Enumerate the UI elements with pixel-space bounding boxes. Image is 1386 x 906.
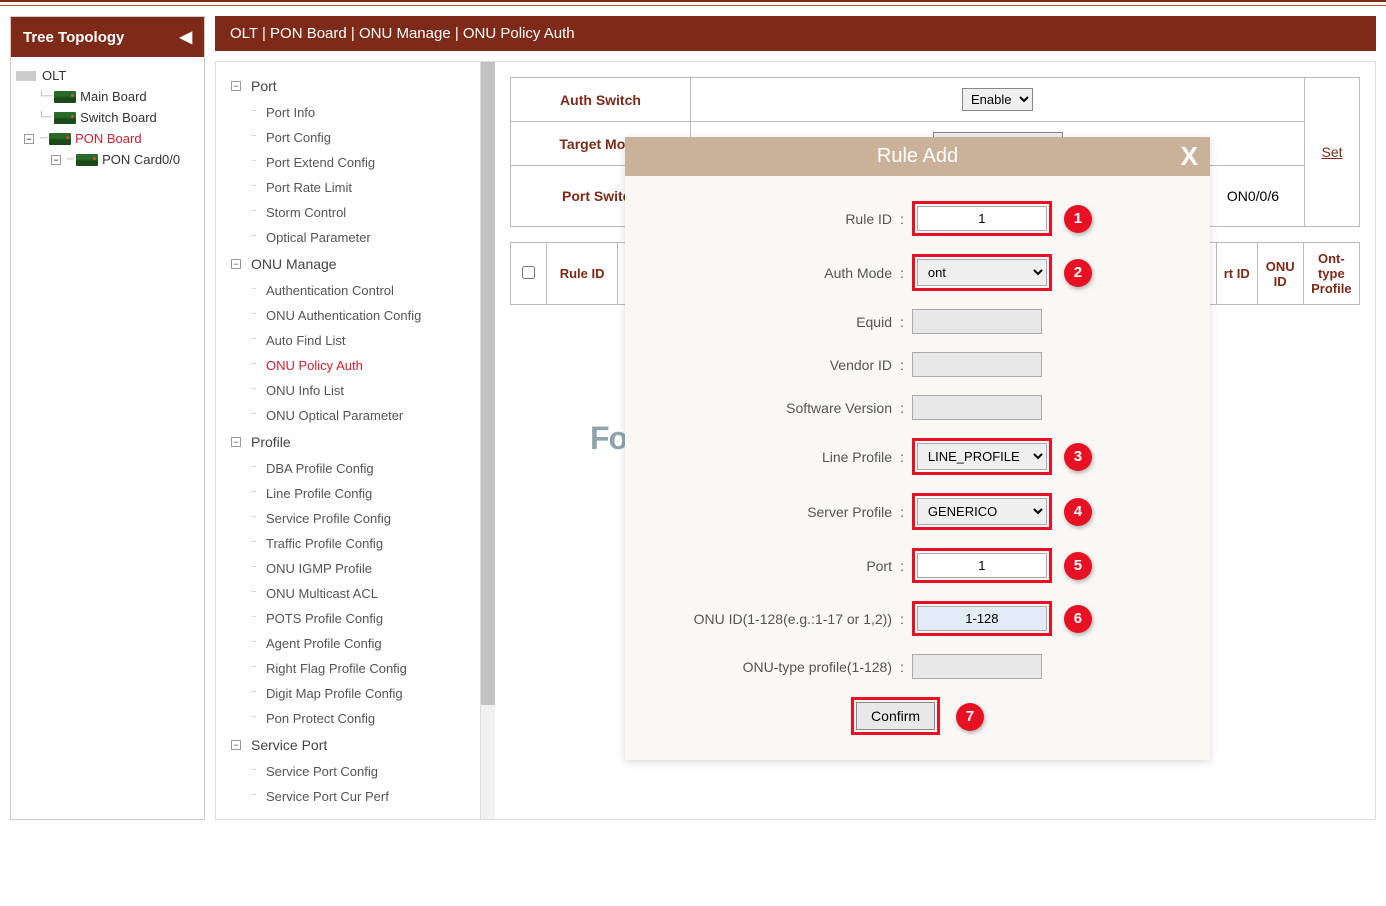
auth-switch-select[interactable]: Enable xyxy=(962,88,1033,111)
vendor-id-label: Vendor ID xyxy=(655,357,900,373)
scrollbar-thumb[interactable] xyxy=(481,62,495,705)
nav-item-onu-optical-param[interactable]: ONU Optical Parameter xyxy=(216,403,480,428)
nav-item-port-rate-limit[interactable]: Port Rate Limit xyxy=(216,175,480,200)
close-icon[interactable]: X xyxy=(1181,141,1198,172)
col-onu-id: ONU ID xyxy=(1257,243,1303,305)
scrollbar[interactable] xyxy=(481,62,495,819)
auth-switch-label: Auth Switch xyxy=(511,78,691,122)
nav-item-onu-policy-auth[interactable]: ONU Policy Auth xyxy=(216,353,480,378)
onu-type-profile-input xyxy=(912,654,1042,679)
collapse-arrow-icon[interactable]: ◀ xyxy=(180,27,192,47)
minus-icon[interactable]: − xyxy=(24,134,34,144)
nav-item-optical-parameter[interactable]: Optical Parameter xyxy=(216,225,480,250)
onu-type-profile-label: ONU-type profile(1-128) xyxy=(655,659,900,675)
auth-mode-label: Auth Mode xyxy=(655,265,900,281)
minus-icon[interactable]: − xyxy=(231,259,241,269)
minus-icon[interactable]: − xyxy=(231,437,241,447)
server-profile-select[interactable]: GENERICO xyxy=(917,498,1047,525)
port-input[interactable] xyxy=(917,553,1047,578)
nav-group-profile[interactable]: − Profile xyxy=(216,428,480,456)
rule-id-label: Rule ID xyxy=(655,211,900,227)
col-rule-id: Rule ID xyxy=(546,243,618,305)
set-link[interactable]: Set xyxy=(1321,144,1342,160)
nav-item-onu-auth-config[interactable]: ONU Authentication Config xyxy=(216,303,480,328)
nav-item-service-port-config[interactable]: Service Port Config xyxy=(216,759,480,784)
rule-id-input[interactable] xyxy=(917,206,1047,231)
tree-node-switch-board[interactable]: └─ Switch Board xyxy=(16,107,199,128)
callout-3: 3 xyxy=(1064,443,1092,471)
line-profile-select[interactable]: LINE_PROFILE xyxy=(917,443,1047,470)
server-profile-label: Server Profile xyxy=(655,504,900,520)
modal-title: Rule Add xyxy=(877,145,958,167)
nav-item-port-info[interactable]: Port Info xyxy=(216,100,480,125)
minus-icon[interactable]: − xyxy=(231,740,241,750)
equid-label: Equid xyxy=(655,314,900,330)
nav-item-onu-multicast-acl[interactable]: ONU Multicast ACL xyxy=(216,581,480,606)
sidebar-title: Tree Topology xyxy=(23,29,124,46)
content-area: Auth Switch Enable Set Target Mode xyxy=(495,62,1375,819)
tree-node-main-board[interactable]: └─ Main Board xyxy=(16,86,199,107)
nav-item-traffic-profile[interactable]: Traffic Profile Config xyxy=(216,531,480,556)
callout-4: 4 xyxy=(1064,498,1092,526)
software-version-label: Software Version xyxy=(655,400,900,416)
nav-item-right-flag-profile[interactable]: Right Flag Profile Config xyxy=(216,656,480,681)
equid-input xyxy=(912,309,1042,334)
software-version-input xyxy=(912,395,1042,420)
nav-item-auth-control[interactable]: Authentication Control xyxy=(216,278,480,303)
onu-id-label: ONU ID(1-128(e.g.:1-17 or 1,2)) xyxy=(655,611,900,627)
callout-5: 5 xyxy=(1064,552,1092,580)
port-label: Port xyxy=(655,558,900,574)
nav-item-digit-map-profile[interactable]: Digit Map Profile Config xyxy=(216,681,480,706)
breadcrumb: OLT | PON Board | ONU Manage | ONU Polic… xyxy=(215,16,1376,51)
nav-item-onu-info-list[interactable]: ONU Info List xyxy=(216,378,480,403)
nav-item-line-profile[interactable]: Line Profile Config xyxy=(216,481,480,506)
select-all-checkbox[interactable] xyxy=(522,266,535,279)
left-sidebar: Tree Topology ◀ OLT └─ Main Board └─ Swi… xyxy=(10,16,205,820)
nav-item-service-profile[interactable]: Service Profile Config xyxy=(216,506,480,531)
callout-7: 7 xyxy=(956,703,984,731)
callout-2: 2 xyxy=(1064,259,1092,287)
minus-icon[interactable]: − xyxy=(51,155,61,165)
sidebar-header: Tree Topology ◀ xyxy=(11,17,204,57)
line-profile-label: Line Profile xyxy=(655,449,900,465)
modal-header: Rule Add X xyxy=(625,137,1210,176)
col-port-id: rt ID xyxy=(1216,243,1257,305)
nav-item-service-port-cur-perf[interactable]: Service Port Cur Perf xyxy=(216,784,480,809)
nav-group-onu-manage[interactable]: − ONU Manage xyxy=(216,250,480,278)
rule-add-modal: Rule Add X Rule ID : 1 Auth Mode : xyxy=(625,137,1210,760)
vendor-id-input xyxy=(912,352,1042,377)
nav-group-port[interactable]: − Port xyxy=(216,72,480,100)
port-switch-note: ON0/0/6 xyxy=(1227,188,1279,204)
middle-nav: − Port Port Info Port Config Port Extend… xyxy=(216,62,481,819)
nav-item-storm-control[interactable]: Storm Control xyxy=(216,200,480,225)
tree-topology: OLT └─ Main Board └─ Switch Board − ─ PO… xyxy=(11,57,204,178)
onu-id-input[interactable] xyxy=(917,606,1047,631)
col-ont-type: Ont-type Profile xyxy=(1303,243,1359,305)
nav-group-service-port[interactable]: − Service Port xyxy=(216,731,480,759)
nav-item-pon-protect[interactable]: Pon Protect Config xyxy=(216,706,480,731)
nav-item-agent-profile[interactable]: Agent Profile Config xyxy=(216,631,480,656)
auth-mode-select[interactable]: ont xyxy=(917,259,1047,286)
nav-item-port-extend-config[interactable]: Port Extend Config xyxy=(216,150,480,175)
nav-item-port-config[interactable]: Port Config xyxy=(216,125,480,150)
callout-1: 1 xyxy=(1064,205,1092,233)
tree-node-pon-board[interactable]: − ─ PON Board xyxy=(16,128,199,149)
nav-item-onu-igmp-profile[interactable]: ONU IGMP Profile xyxy=(216,556,480,581)
minus-icon[interactable]: − xyxy=(231,81,241,91)
tree-node-olt[interactable]: OLT xyxy=(16,65,199,86)
nav-item-pots-profile[interactable]: POTS Profile Config xyxy=(216,606,480,631)
nav-item-auto-find-list[interactable]: Auto Find List xyxy=(216,328,480,353)
nav-item-dba-profile[interactable]: DBA Profile Config xyxy=(216,456,480,481)
tree-node-pon-card[interactable]: − ─ PON Card0/0 xyxy=(16,149,199,170)
callout-6: 6 xyxy=(1064,605,1092,633)
confirm-button[interactable]: Confirm xyxy=(856,702,935,730)
